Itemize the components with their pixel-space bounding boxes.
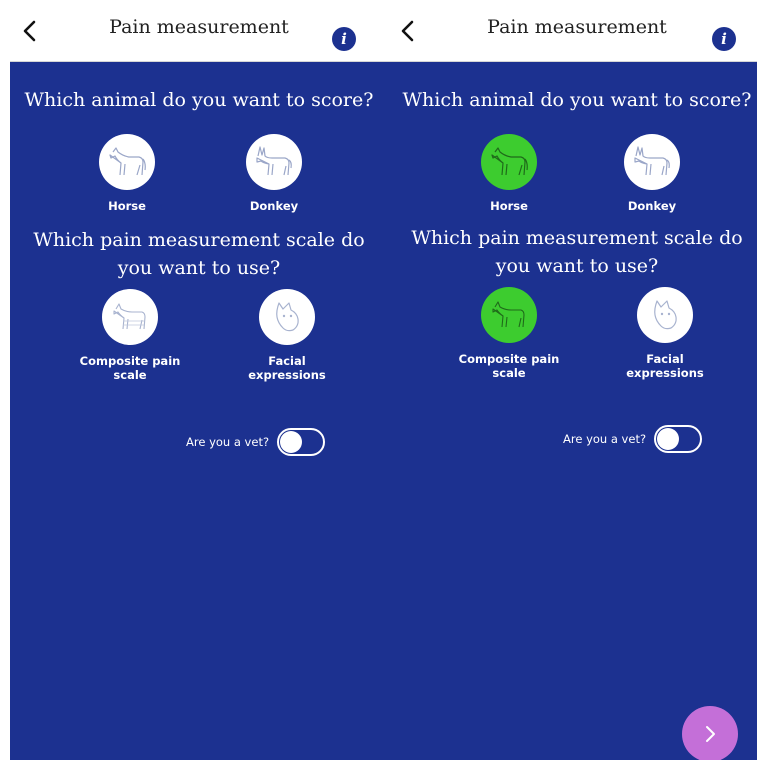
animal-label: Horse [490,199,528,213]
scale-option-facial[interactable]: Facial expressions [222,289,352,382]
donkey-icon [634,146,670,176]
screen-selected: Pain measurement i Which animal do you w… [388,0,757,760]
scale-question-line: you want to use? [495,255,659,277]
vet-toggle[interactable] [277,428,326,456]
toggle-knob [657,428,680,450]
animal-circle [246,134,302,190]
horse-face-icon [654,300,677,330]
horse-icon [491,147,528,176]
chevron-right-icon [706,726,715,742]
next-button[interactable] [682,706,738,760]
scale-question: Which pain measurement scale do you want… [388,224,757,280]
scale-option-facial[interactable]: Facial expressions [600,287,730,380]
animal-option-donkey[interactable]: Donkey [587,134,717,213]
scale-label-line: Facial [268,354,306,368]
page-title: Pain measurement [487,16,667,38]
vet-row: Are you a vet? [186,428,326,456]
vet-toggle[interactable] [654,425,703,453]
scale-question-line: you want to use? [117,257,281,279]
scale-circle [259,289,315,345]
header: Pain measurement i [388,0,757,62]
animal-label: Donkey [627,199,677,213]
scale-circle [637,287,693,343]
scale-question: Which pain measurement scale do you want… [10,226,388,282]
scale-label-line: expressions [248,368,326,382]
scale-label-line: scale [113,368,147,382]
scale-circle [481,287,537,343]
vet-label: Are you a vet? [186,435,270,449]
vet-row: Are you a vet? [563,425,703,453]
scale-question-line: Which pain measurement scale do [411,227,743,249]
header: Pain measurement i [10,0,388,62]
scale-label: Facial expressions [600,352,730,380]
scale-label-line: Composite pain [458,352,560,366]
horse-body-icon [113,303,146,330]
horse-face-icon [276,302,299,332]
vet-label: Are you a vet? [563,432,647,446]
scale-label-line: Composite pain [79,354,181,368]
scale-circle [102,289,158,345]
animal-circle [99,134,155,190]
scale-label: Facial expressions [222,354,352,382]
scale-label: Composite pain scale [444,352,574,380]
horse-icon [109,147,146,176]
animal-circle [624,134,680,190]
animal-option-horse[interactable]: Horse [62,134,192,213]
info-icon[interactable]: i [712,27,736,51]
scale-question-line: Which pain measurement scale do [33,229,365,251]
animal-question: Which animal do you want to score? [402,89,752,111]
horse-body-icon [492,301,525,328]
info-icon[interactable]: i [332,27,356,51]
animal-circle [481,134,537,190]
animal-option-donkey[interactable]: Donkey [209,134,339,213]
screen-initial: Pain measurement i Which animal do you w… [10,0,388,760]
donkey-icon [256,146,292,176]
scale-option-composite[interactable]: Composite pain scale [444,287,574,380]
scale-label: Composite pain scale [65,354,195,382]
animal-question: Which animal do you want to score? [24,89,374,111]
scale-label-line: scale [492,366,526,380]
animal-label: Donkey [249,199,299,213]
toggle-knob [280,431,303,453]
animal-option-horse[interactable]: Horse [444,134,574,213]
animal-label: Horse [108,199,146,213]
scale-label-line: Facial [646,352,684,366]
scale-option-composite[interactable]: Composite pain scale [65,289,195,382]
scale-label-line: expressions [626,366,704,380]
